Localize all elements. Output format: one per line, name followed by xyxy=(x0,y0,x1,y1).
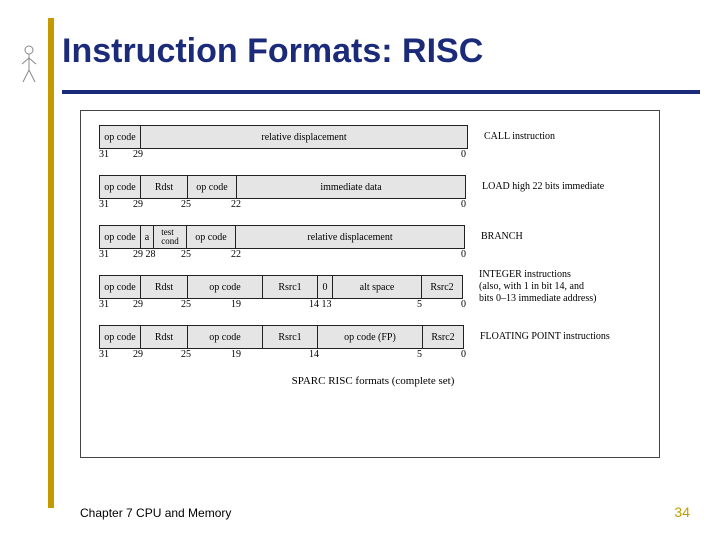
bit-labels: 31 29 25 22 0 xyxy=(99,199,647,213)
format-row: op codeRdstop codeRsrc1op code (FP)Rsrc2… xyxy=(99,325,647,349)
bit-label: 31 xyxy=(99,199,109,210)
bit-label: 22 xyxy=(231,199,241,210)
field-cell: Rdst xyxy=(140,175,188,199)
bit-label: 14 13 xyxy=(309,299,332,310)
format-description: CALL instruction xyxy=(468,125,647,149)
bit-label: 5 xyxy=(417,299,422,310)
bit-label: 0 xyxy=(461,149,466,160)
figure-caption: SPARC RISC formats (complete set) xyxy=(99,375,647,387)
bit-labels: 31 29 28 25 22 0 xyxy=(99,249,647,263)
field-cell: Rsrc2 xyxy=(421,275,463,299)
field-cell: op code xyxy=(99,275,141,299)
bit-label: 29 xyxy=(133,199,143,210)
bit-label: 14 xyxy=(309,349,319,360)
bit-label: 29 xyxy=(133,349,143,360)
bit-label: 19 xyxy=(231,299,241,310)
field-cell: op code xyxy=(99,175,141,199)
field-cell: op code (FP) xyxy=(317,325,423,349)
bit-label: 0 xyxy=(461,199,466,210)
format-description: BRANCH xyxy=(465,225,647,249)
field-cell: a xyxy=(140,225,154,249)
title-underline xyxy=(62,90,700,94)
field-cell: op code xyxy=(187,325,263,349)
format-row: op codeRdstop codeimmediate dataLOAD hig… xyxy=(99,175,647,199)
format-row: op codeRdstop codeRsrc10alt spaceRsrc2IN… xyxy=(99,275,647,299)
bit-label: 0 xyxy=(461,249,466,260)
bit-labels: 31 29 25 19 14 13 5 0 xyxy=(99,299,647,313)
field-cell: Rdst xyxy=(140,275,188,299)
field-cell: Rsrc2 xyxy=(422,325,464,349)
field-cell: op code xyxy=(99,125,141,149)
field-cell: test cond xyxy=(153,225,187,249)
bit-label: 19 xyxy=(231,349,241,360)
bit-label: 0 xyxy=(461,299,466,310)
bit-label: 0 xyxy=(461,349,466,360)
format-row: op coderelative displacementCALL instruc… xyxy=(99,125,647,149)
bit-label: 5 xyxy=(417,349,422,360)
bit-label: 25 xyxy=(181,199,191,210)
field-cell: Rsrc1 xyxy=(262,275,318,299)
bit-label: 29 xyxy=(133,299,143,310)
format-row: op codeatest condop coderelative displac… xyxy=(99,225,647,249)
format-description: INTEGER instructions (also, with 1 in bi… xyxy=(463,275,647,299)
bit-label: 25 xyxy=(181,249,191,260)
field-cell: Rdst xyxy=(140,325,188,349)
field-cell: relative displacement xyxy=(140,125,468,149)
field-cell: op code xyxy=(187,175,237,199)
field-cell: op code xyxy=(99,325,141,349)
format-description: LOAD high 22 bits immediate xyxy=(466,175,647,199)
bit-label: 31 xyxy=(99,349,109,360)
page-number: 34 xyxy=(674,504,690,520)
accent-vertical-line xyxy=(48,18,54,508)
field-cell: op code xyxy=(187,275,263,299)
bit-label: 31 xyxy=(99,149,109,160)
slide-title: Instruction Formats: RISC xyxy=(62,32,483,71)
bit-label: 29 28 xyxy=(133,249,156,260)
bit-labels: 31 29 25 19 14 5 0 xyxy=(99,349,647,363)
chapter-footer: Chapter 7 CPU and Memory xyxy=(80,506,231,520)
instruction-formats-figure: op coderelative displacementCALL instruc… xyxy=(80,110,660,458)
bit-labels: 31 29 0 xyxy=(99,149,647,163)
bit-label: 31 xyxy=(99,249,109,260)
bit-label: 29 xyxy=(133,149,143,160)
format-description: FLOATING POINT instructions xyxy=(464,325,647,349)
field-cell: 0 xyxy=(317,275,333,299)
field-cell: relative displacement xyxy=(235,225,465,249)
field-cell: op code xyxy=(186,225,236,249)
field-cell: alt space xyxy=(332,275,422,299)
bit-label: 25 xyxy=(181,299,191,310)
field-cell: op code xyxy=(99,225,141,249)
bit-label: 25 xyxy=(181,349,191,360)
logo-icon xyxy=(15,36,43,92)
field-cell: immediate data xyxy=(236,175,466,199)
bit-label: 22 xyxy=(231,249,241,260)
field-cell: Rsrc1 xyxy=(262,325,318,349)
bit-label: 31 xyxy=(99,299,109,310)
